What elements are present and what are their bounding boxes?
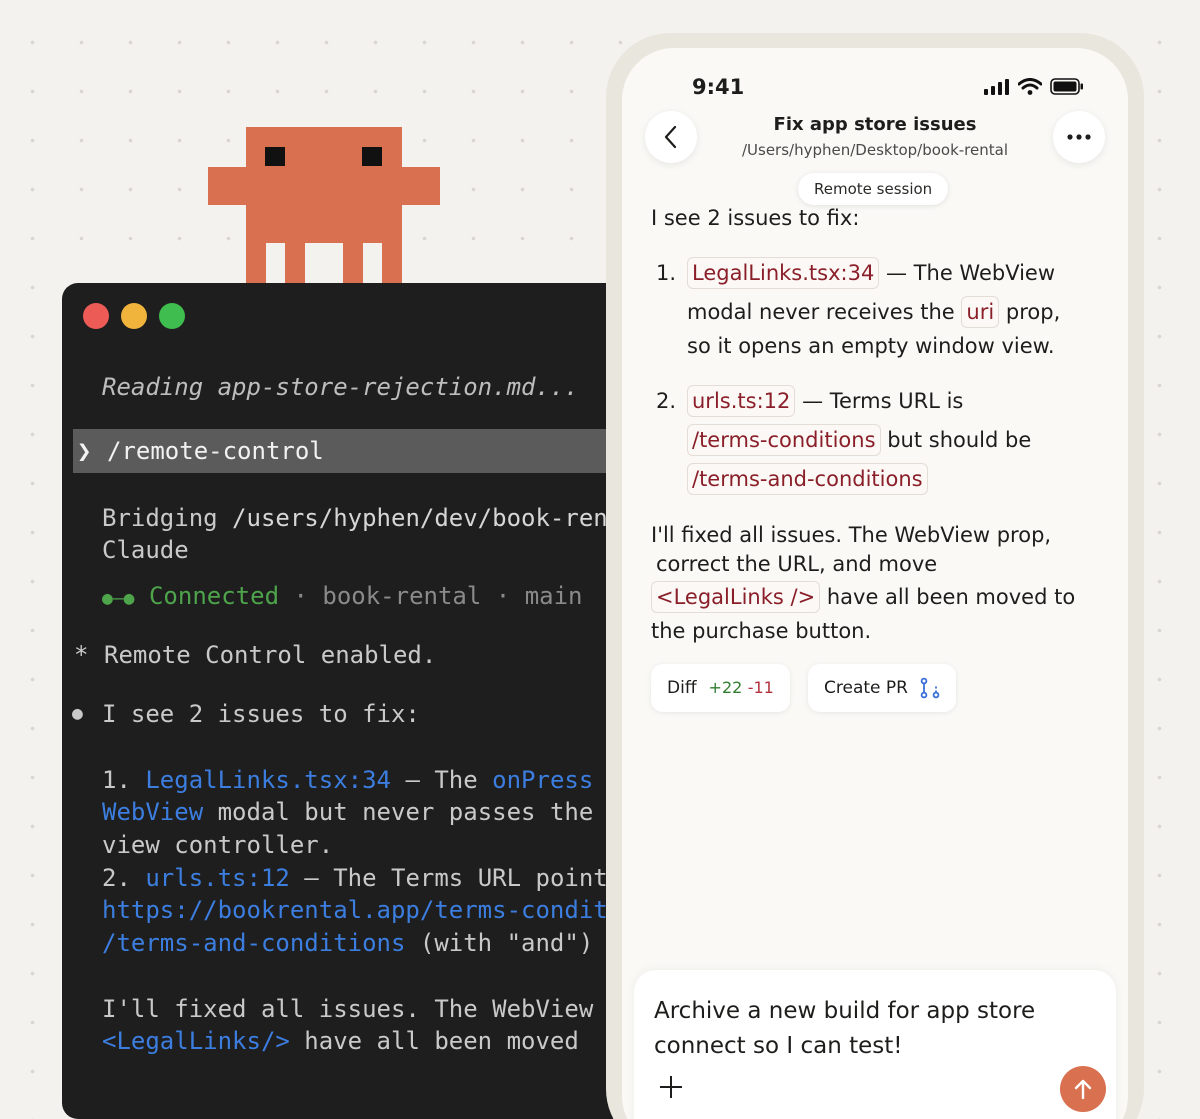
- bridging-line-2: Claude: [102, 536, 189, 564]
- bridging-line: Bridging /users/hyphen/dev/book-rental: [102, 504, 652, 532]
- issue-2-url: https://bookrental.app/terms-conditions: [102, 896, 662, 924]
- git-branch-icon: [920, 677, 940, 699]
- issue-2-line: 2. urls.ts:12 — The Terms URL points: [102, 864, 623, 892]
- issue-1-file-code[interactable]: LegalLinks.tsx:34: [687, 257, 880, 289]
- signal-icon: [984, 78, 1009, 95]
- intro-text: I see 2 issues to fix:: [651, 206, 860, 230]
- issue-2-file-link: urls.ts:12: [145, 864, 290, 892]
- summary-line-4: the purchase button.: [651, 619, 872, 643]
- connected-icon: ●—●: [102, 588, 135, 609]
- session-title: Fix app store issues: [773, 114, 977, 135]
- session-path: /Users/hyphen/Desktop/book-rental: [741, 141, 1008, 159]
- maximize-window-button[interactable]: [159, 303, 185, 329]
- issue-2-line-2: /terms-conditions but should be: [687, 423, 1031, 457]
- correct-url-code: /terms-and-conditions: [687, 463, 928, 495]
- star-marker: *: [74, 641, 89, 669]
- issue-2-file-code[interactable]: urls.ts:12: [687, 385, 796, 417]
- arrow-up-icon: [1074, 1079, 1092, 1100]
- issues-intro: I see 2 issues to fix:: [102, 700, 420, 728]
- issue-1-line-2: modal never receives the uri prop,: [687, 295, 1060, 329]
- fixed-line: I'll fixed all issues. The WebView: [102, 995, 594, 1023]
- status-bar-icons: [984, 78, 1084, 95]
- composer-input[interactable]: Archive a new build for app store connec…: [654, 994, 1074, 1064]
- remote-enabled-line: Remote Control enabled.: [104, 641, 437, 669]
- terminal-window: Reading app-store-rejection.md... ❯ /rem…: [62, 283, 662, 1119]
- connection-status: ●—● Connected · book-rental · main: [102, 582, 583, 610]
- window-controls: [83, 303, 185, 329]
- issue-1-line: 1. LegalLinks.tsx:34 — The onPress: [102, 766, 594, 794]
- issue-2-line: urls.ts:12 — Terms URL is: [687, 384, 963, 418]
- reading-status: Reading app-store-rejection.md...: [102, 373, 579, 401]
- more-options-button[interactable]: [1053, 111, 1105, 163]
- command-text: /remote-control: [107, 437, 324, 465]
- create-pr-button[interactable]: Create PR: [808, 664, 956, 712]
- minimize-window-button[interactable]: [121, 303, 147, 329]
- message-composer[interactable]: Archive a new build for app store connec…: [634, 970, 1116, 1119]
- diff-button[interactable]: Diff +22 -11: [651, 664, 790, 712]
- uri-code: uri: [961, 296, 1000, 328]
- more-dots-icon: [1067, 134, 1091, 140]
- moved-line: <LegalLinks/> have all been moved: [102, 1027, 579, 1055]
- close-window-button[interactable]: [83, 303, 109, 329]
- add-attachment-icon[interactable]: [658, 1074, 684, 1100]
- battery-icon: [1050, 78, 1083, 95]
- issue-2-line-3: /terms-and-conditions: [687, 462, 928, 496]
- summary-line-2: correct the URL, and move: [656, 552, 938, 576]
- create-pr-label: Create PR: [824, 678, 908, 698]
- issue-1-line: LegalLinks.tsx:34 — The WebView: [687, 256, 1055, 290]
- back-button[interactable]: [645, 111, 697, 163]
- diff-label: Diff: [667, 678, 697, 698]
- wifi-icon: [1018, 78, 1042, 95]
- issue-1-line-2: WebView modal but never passes the: [102, 798, 594, 826]
- chevron-left-icon: [664, 125, 677, 149]
- issue-1-file-link: LegalLinks.tsx:34: [145, 766, 391, 794]
- issue-1-line-3: view controller.: [102, 831, 334, 859]
- prompt-chevron-icon: ❯: [77, 437, 92, 465]
- diff-counts: +22 -11: [708, 678, 774, 697]
- legal-links-code: <LegalLinks />: [651, 581, 821, 613]
- status-time: 9:41: [692, 75, 745, 99]
- issue-2-number: 2.: [656, 389, 677, 413]
- bullet-icon: ●: [72, 703, 83, 724]
- issue-2-path-line: /terms-and-conditions (with "and"): [102, 929, 594, 957]
- phone-screen: 9:41 Fix app store issues /Users/hyphen/…: [622, 48, 1128, 1119]
- wrong-url-code: /terms-conditions: [687, 424, 881, 456]
- issue-1-number: 1.: [656, 261, 677, 285]
- command-line[interactable]: ❯ /remote-control: [73, 429, 662, 473]
- summary-line-3: <LegalLinks /> have all been moved to: [651, 580, 1075, 614]
- issue-1-line-3: so it opens an empty window view.: [687, 334, 1055, 358]
- send-button[interactable]: [1060, 1066, 1106, 1112]
